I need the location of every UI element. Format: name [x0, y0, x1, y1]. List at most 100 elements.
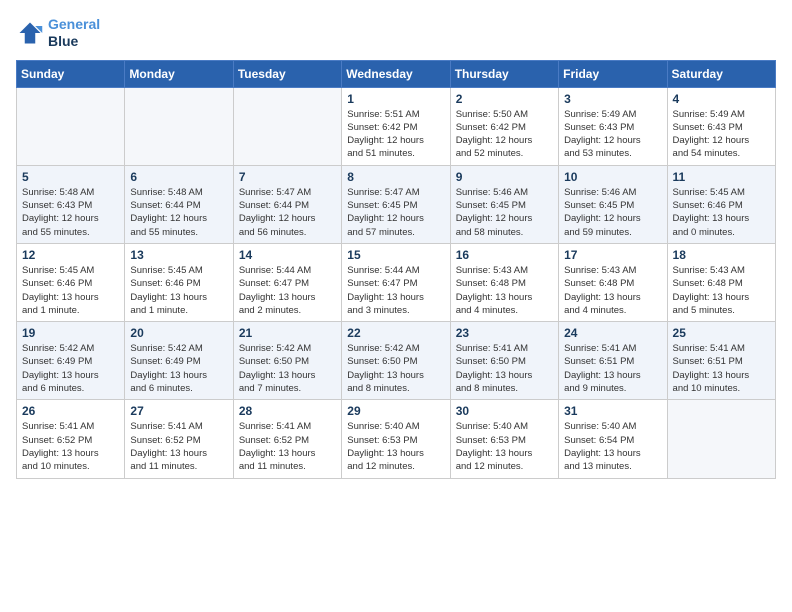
calendar-body: 1 Sunrise: 5:51 AMSunset: 6:42 PMDaylight…	[17, 87, 776, 478]
calendar-cell	[667, 400, 775, 478]
day-number: 5	[22, 170, 119, 184]
day-info: Sunrise: 5:46 AMSunset: 6:45 PMDaylight:…	[564, 186, 661, 239]
day-number: 7	[239, 170, 336, 184]
logo-icon	[16, 19, 44, 47]
day-number: 30	[456, 404, 553, 418]
calendar-cell: 24Sunrise: 5:41 AMSunset: 6:51 PMDayligh…	[559, 322, 667, 400]
calendar-cell: 17Sunrise: 5:43 AMSunset: 6:48 PMDayligh…	[559, 243, 667, 321]
day-number: 3	[564, 92, 661, 106]
day-number: 14	[239, 248, 336, 262]
calendar-cell: 27Sunrise: 5:41 AMSunset: 6:52 PMDayligh…	[125, 400, 233, 478]
day-info: Sunrise: 5:45 AMSunset: 6:46 PMDaylight:…	[130, 264, 227, 317]
calendar-cell: 16 Sunrise: 5:43 AMSunset: 6:48 PMDayligh…	[450, 243, 558, 321]
day-info: Sunrise: 5:41 AMSunset: 6:52 PMDaylight:…	[239, 420, 336, 473]
calendar-cell: 15Sunrise: 5:44 AMSunset: 6:47 PMDayligh…	[342, 243, 450, 321]
calendar-cell	[17, 87, 125, 165]
day-number: 9	[456, 170, 553, 184]
calendar-cell: 28 Sunrise: 5:41 AMSunset: 6:52 PMDayligh…	[233, 400, 341, 478]
calendar-cell: 31 Sunrise: 5:40 AMSunset: 6:54 PMDayligh…	[559, 400, 667, 478]
day-number: 20	[130, 326, 227, 340]
calendar-cell: 22Sunrise: 5:42 AMSunset: 6:50 PMDayligh…	[342, 322, 450, 400]
calendar-cell	[125, 87, 233, 165]
day-number: 21	[239, 326, 336, 340]
day-number: 8	[347, 170, 444, 184]
day-info: Sunrise: 5:50 AMSunset: 6:42 PMDaylight:…	[456, 108, 553, 161]
calendar-cell: 13 Sunrise: 5:45 AMSunset: 6:46 PMDayligh…	[125, 243, 233, 321]
calendar-table: SundayMondayTuesdayWednesdayThursdayFrid…	[16, 60, 776, 479]
calendar-header: SundayMondayTuesdayWednesdayThursdayFrid…	[17, 60, 776, 87]
day-info: Sunrise: 5:41 AMSunset: 6:50 PMDaylight:…	[456, 342, 553, 395]
calendar-week-row: 19 Sunrise: 5:42 AMSunset: 6:49 PMDayligh…	[17, 322, 776, 400]
calendar-cell: 5 Sunrise: 5:48 AMSunset: 6:43 PMDaylight…	[17, 165, 125, 243]
page-header: General Blue	[16, 16, 776, 50]
day-number: 25	[673, 326, 770, 340]
day-number: 31	[564, 404, 661, 418]
day-info: Sunrise: 5:47 AMSunset: 6:45 PMDaylight:…	[347, 186, 444, 239]
weekday-header: Sunday	[17, 60, 125, 87]
day-info: Sunrise: 5:49 AMSunset: 6:43 PMDaylight:…	[673, 108, 770, 161]
day-number: 19	[22, 326, 119, 340]
day-info: Sunrise: 5:45 AMSunset: 6:46 PMDaylight:…	[673, 186, 770, 239]
day-info: Sunrise: 5:42 AMSunset: 6:49 PMDaylight:…	[130, 342, 227, 395]
calendar-week-row: 26Sunrise: 5:41 AMSunset: 6:52 PMDayligh…	[17, 400, 776, 478]
weekday-header: Friday	[559, 60, 667, 87]
calendar-week-row: 1 Sunrise: 5:51 AMSunset: 6:42 PMDaylight…	[17, 87, 776, 165]
weekday-header-row: SundayMondayTuesdayWednesdayThursdayFrid…	[17, 60, 776, 87]
weekday-header: Saturday	[667, 60, 775, 87]
day-number: 16	[456, 248, 553, 262]
day-number: 28	[239, 404, 336, 418]
calendar-cell: 25 Sunrise: 5:41 AMSunset: 6:51 PMDayligh…	[667, 322, 775, 400]
day-info: Sunrise: 5:40 AMSunset: 6:53 PMDaylight:…	[347, 420, 444, 473]
calendar-cell: 11 Sunrise: 5:45 AMSunset: 6:46 PMDayligh…	[667, 165, 775, 243]
calendar-cell: 26Sunrise: 5:41 AMSunset: 6:52 PMDayligh…	[17, 400, 125, 478]
day-info: Sunrise: 5:51 AMSunset: 6:42 PMDaylight:…	[347, 108, 444, 161]
day-info: Sunrise: 5:45 AMSunset: 6:46 PMDaylight:…	[22, 264, 119, 317]
day-number: 10	[564, 170, 661, 184]
calendar-cell: 1 Sunrise: 5:51 AMSunset: 6:42 PMDaylight…	[342, 87, 450, 165]
day-info: Sunrise: 5:47 AMSunset: 6:44 PMDaylight:…	[239, 186, 336, 239]
day-number: 13	[130, 248, 227, 262]
calendar-cell: 10 Sunrise: 5:46 AMSunset: 6:45 PMDayligh…	[559, 165, 667, 243]
calendar-cell: 12 Sunrise: 5:45 AMSunset: 6:46 PMDayligh…	[17, 243, 125, 321]
calendar-cell: 2 Sunrise: 5:50 AMSunset: 6:42 PMDaylight…	[450, 87, 558, 165]
weekday-header: Thursday	[450, 60, 558, 87]
day-info: Sunrise: 5:43 AMSunset: 6:48 PMDaylight:…	[456, 264, 553, 317]
day-info: Sunrise: 5:46 AMSunset: 6:45 PMDaylight:…	[456, 186, 553, 239]
day-number: 1	[347, 92, 444, 106]
day-info: Sunrise: 5:41 AMSunset: 6:52 PMDaylight:…	[130, 420, 227, 473]
day-number: 6	[130, 170, 227, 184]
day-number: 23	[456, 326, 553, 340]
calendar-cell: 14 Sunrise: 5:44 AMSunset: 6:47 PMDayligh…	[233, 243, 341, 321]
day-info: Sunrise: 5:42 AMSunset: 6:50 PMDaylight:…	[347, 342, 444, 395]
day-number: 18	[673, 248, 770, 262]
day-number: 17	[564, 248, 661, 262]
day-info: Sunrise: 5:40 AMSunset: 6:53 PMDaylight:…	[456, 420, 553, 473]
day-number: 12	[22, 248, 119, 262]
day-info: Sunrise: 5:41 AMSunset: 6:51 PMDaylight:…	[673, 342, 770, 395]
calendar-cell: 20 Sunrise: 5:42 AMSunset: 6:49 PMDayligh…	[125, 322, 233, 400]
day-info: Sunrise: 5:42 AMSunset: 6:50 PMDaylight:…	[239, 342, 336, 395]
calendar-cell: 6Sunrise: 5:48 AMSunset: 6:44 PMDaylight…	[125, 165, 233, 243]
day-info: Sunrise: 5:49 AMSunset: 6:43 PMDaylight:…	[564, 108, 661, 161]
day-number: 4	[673, 92, 770, 106]
logo: General Blue	[16, 16, 100, 50]
calendar-cell: 4 Sunrise: 5:49 AMSunset: 6:43 PMDaylight…	[667, 87, 775, 165]
calendar-week-row: 12 Sunrise: 5:45 AMSunset: 6:46 PMDayligh…	[17, 243, 776, 321]
day-number: 24	[564, 326, 661, 340]
logo-text: General Blue	[48, 16, 100, 50]
day-info: Sunrise: 5:40 AMSunset: 6:54 PMDaylight:…	[564, 420, 661, 473]
day-number: 11	[673, 170, 770, 184]
weekday-header: Wednesday	[342, 60, 450, 87]
calendar-cell: 8 Sunrise: 5:47 AMSunset: 6:45 PMDaylight…	[342, 165, 450, 243]
calendar-cell: 19Sunrise: 5:42 AMSunset: 6:49 PMDayligh…	[17, 322, 125, 400]
calendar-cell: 23 Sunrise: 5:41 AMSunset: 6:50 PMDayligh…	[450, 322, 558, 400]
calendar-cell: 3 Sunrise: 5:49 AMSunset: 6:43 PMDaylight…	[559, 87, 667, 165]
day-info: Sunrise: 5:44 AMSunset: 6:47 PMDaylight:…	[239, 264, 336, 317]
calendar-cell	[233, 87, 341, 165]
day-number: 15	[347, 248, 444, 262]
day-info: Sunrise: 5:48 AMSunset: 6:43 PMDaylight:…	[22, 186, 119, 239]
day-number: 2	[456, 92, 553, 106]
day-info: Sunrise: 5:43 AMSunset: 6:48 PMDaylight:…	[673, 264, 770, 317]
day-info: Sunrise: 5:41 AMSunset: 6:52 PMDaylight:…	[22, 420, 119, 473]
weekday-header: Tuesday	[233, 60, 341, 87]
